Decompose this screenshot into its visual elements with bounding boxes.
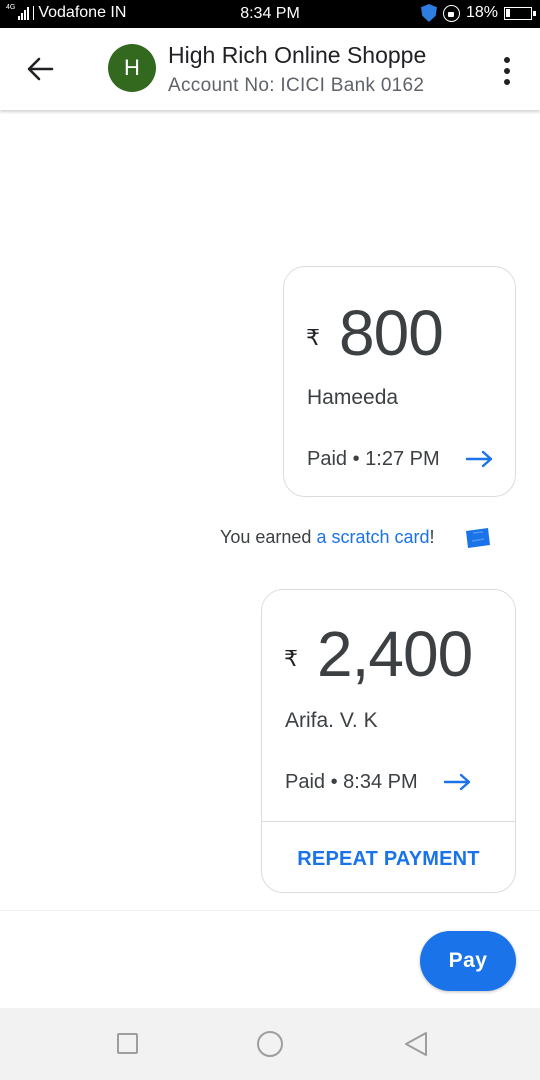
currency-symbol: ₹: [284, 646, 298, 671]
scratch-card-link[interactable]: a scratch card: [316, 527, 429, 547]
pay-button[interactable]: Pay: [420, 931, 516, 991]
scratch-suffix: !: [429, 527, 435, 547]
system-nav-bar: [0, 1008, 540, 1080]
payment-status: Paid • 8:34 PM: [285, 771, 418, 793]
more-vert-dot: [504, 68, 510, 74]
bottom-action-bar: Pay: [0, 910, 540, 1008]
scratch-card-icon[interactable]: [464, 527, 492, 549]
transaction-card[interactable]: ₹ 2,400 Arifa. V. K Paid • 8:34 PM REPEA…: [261, 589, 516, 893]
payee-name: Arifa. V. K: [285, 709, 378, 732]
transaction-amount: 2,400: [317, 618, 473, 690]
more-options-button[interactable]: [496, 54, 518, 88]
status-right: 18%: [420, 4, 536, 22]
page-title: High Rich Online Shoppe: [168, 42, 427, 68]
scratch-card-notice: You earned a scratch card!: [220, 527, 435, 548]
battery-icon: [504, 6, 536, 20]
home-circle-icon[interactable]: [257, 1031, 283, 1057]
transaction-amount: 800: [339, 297, 444, 369]
arrow-forward-icon[interactable]: [465, 449, 495, 469]
app-header: H High Rich Online Shoppe Account No: IC…: [0, 28, 540, 110]
more-vert-dot: [504, 79, 510, 85]
rotation-lock-icon: [442, 4, 460, 22]
payment-status: Paid • 1:27 PM: [307, 448, 440, 470]
payee-name: Hameeda: [307, 386, 399, 409]
status-bar: 4G Vodafone IN 8:34 PM 18%: [0, 0, 540, 28]
card-divider: [262, 821, 515, 822]
battery-percent: 18%: [465, 4, 498, 21]
recents-square-icon[interactable]: [117, 1033, 138, 1054]
arrow-forward-icon[interactable]: [443, 772, 473, 792]
back-triangle-icon[interactable]: [402, 1030, 430, 1058]
transaction-card[interactable]: ₹ 800 Hameeda Paid • 1:27 PM: [283, 266, 516, 497]
repeat-payment-button[interactable]: REPEAT PAYMENT: [262, 848, 515, 871]
account-number: Account No: ICICI Bank 0162: [168, 75, 425, 96]
arrow-back-icon: [27, 57, 54, 81]
more-vert-icon: [504, 57, 510, 63]
avatar[interactable]: H: [108, 44, 156, 92]
back-button[interactable]: [22, 51, 58, 87]
scratch-prefix: You earned: [220, 527, 317, 547]
currency-symbol: ₹: [306, 325, 320, 350]
shield-icon: [420, 4, 437, 22]
